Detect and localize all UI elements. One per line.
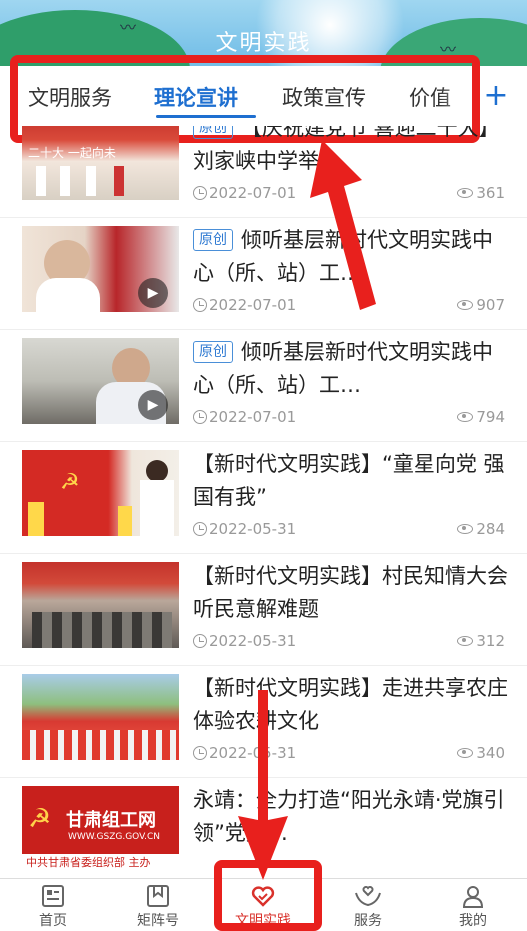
view-count: 340 [457, 744, 505, 762]
eye-icon [457, 748, 474, 758]
clock-icon [193, 410, 207, 424]
article-title[interactable]: 原创 倾听基层新时代文明实践中心（所、站）工… [193, 224, 508, 290]
tab-wenming-fuwu[interactable]: 文明服务 [28, 82, 112, 112]
category-tabs: 文明服务 理论宣讲 政策宣传 价值 + [0, 66, 527, 126]
list-item[interactable]: 【新时代文明实践】村民知情大会听民意解难题 2022-05-31 312 [0, 554, 527, 666]
publish-date: 2022-05-31 [193, 520, 296, 538]
nav-item-service[interactable]: 服务 [323, 883, 413, 930]
heart-icon [251, 886, 275, 907]
thumb-logo-text: 甘肃组工网 [66, 810, 156, 831]
list-item[interactable]: ☭ 甘肃组工网 WWW.GSZG.GOV.CN 中共甘肃省委组织部 主办 永靖：… [0, 778, 527, 878]
list-item[interactable]: ▶ 原创 倾听基层新时代文明实践中心（所、站）工… 2022-07-01 907 [0, 218, 527, 330]
play-icon[interactable]: ▶ [138, 390, 168, 420]
view-count: 361 [457, 184, 505, 202]
user-icon [462, 886, 484, 908]
nav-label: 文明实践 [235, 913, 291, 929]
list-item[interactable]: 二十大 一起向未 原创 【庆祝建党节 喜迎二十大】刘家峡中学举… 2022-07-… [0, 126, 527, 218]
bottom-navigation: 首页 矩阵号 文明实践 服务 我的 [0, 878, 527, 931]
view-count: 284 [457, 520, 505, 538]
publish-date: 2022-07-01 [193, 296, 296, 314]
clock-icon [193, 522, 207, 536]
view-count: 794 [457, 408, 505, 426]
party-emblem-icon: ☭ [60, 470, 80, 495]
play-icon[interactable]: ▶ [138, 278, 168, 308]
active-tab-indicator [156, 115, 256, 118]
eye-icon [457, 636, 474, 646]
list-item[interactable]: ☭ 【新时代文明实践】“童星向党 强国有我” 2022-05-31 284 [0, 442, 527, 554]
clock-icon [193, 634, 207, 648]
nav-label: 服务 [354, 913, 382, 929]
tabs-fade [440, 66, 480, 126]
article-title-text: 倾听基层新时代文明实践中心（所、站）工… [193, 340, 493, 397]
nav-label: 首页 [39, 913, 67, 929]
thumbnail-image: ▶ [22, 226, 179, 312]
publish-date: 2022-07-01 [193, 184, 296, 202]
view-count: 907 [457, 296, 505, 314]
hands-heart-icon [355, 886, 381, 907]
article-title-text: 【新时代文明实践】村民知情大会听民意解难题 [193, 564, 508, 621]
nav-item-mine[interactable]: 我的 [428, 883, 518, 930]
view-count: 312 [457, 632, 505, 650]
thumbnail-image: ☭ [22, 450, 179, 536]
tab-zhengce-xuanchuan[interactable]: 政策宣传 [282, 82, 366, 112]
article-title-text: 倾听基层新时代文明实践中心（所、站）工… [193, 228, 493, 285]
article-title[interactable]: 原创 倾听基层新时代文明实践中心（所、站）工… [193, 336, 508, 402]
news-icon [42, 885, 64, 907]
eye-icon [457, 188, 474, 198]
article-title-text: 【新时代文明实践】走进共享农庄 体验农耕文化 [193, 676, 508, 733]
clock-icon [193, 186, 207, 200]
thumbnail-image: ▶ [22, 338, 179, 424]
thumbnail-image [22, 562, 179, 648]
eye-icon [457, 300, 474, 310]
page-title: 文明实践 [215, 31, 312, 56]
clock-icon [193, 298, 207, 312]
nav-item-home[interactable]: 首页 [8, 883, 98, 930]
nav-label: 矩阵号 [137, 913, 179, 929]
article-title[interactable]: 【新时代文明实践】“童星向党 强国有我” [193, 448, 508, 514]
article-title[interactable]: 原创 【庆祝建党节 喜迎二十大】刘家峡中学举… [193, 126, 508, 178]
original-badge: 原创 [193, 126, 233, 139]
clock-icon [193, 746, 207, 760]
article-title-text: 永靖：全力打造“阳光永靖·党旗引领”党建… [193, 788, 505, 845]
publish-date: 2022-07-01 [193, 408, 296, 426]
thumbnail-image [22, 674, 179, 760]
thumbnail-image: ☭ 甘肃组工网 WWW.GSZG.GOV.CN 中共甘肃省委组织部 主办 [22, 786, 179, 872]
publish-date: 2022-05-31 [193, 744, 296, 762]
publish-date: 2022-05-31 [193, 632, 296, 650]
nav-item-civilization[interactable]: 文明实践 [218, 883, 308, 930]
eye-icon [457, 412, 474, 422]
thumbnail-image: 二十大 一起向未 [22, 126, 179, 200]
original-badge: 原创 [193, 341, 233, 363]
thumb-org-text: 中共甘肃省委组织部 主办 [22, 854, 179, 872]
bookmark-icon [147, 885, 169, 907]
article-title-text: 【新时代文明实践】“童星向党 强国有我” [193, 452, 505, 509]
article-title-text: 【庆祝建党节 喜迎二十大】刘家峡中学举… [193, 126, 500, 173]
thumb-url-text: WWW.GSZG.GOV.CN [68, 832, 160, 842]
nav-label: 我的 [459, 913, 487, 929]
tab-lilun-xuanjiang[interactable]: 理论宣讲 [154, 82, 238, 112]
plus-icon[interactable]: + [476, 74, 516, 118]
article-title[interactable]: 【新时代文明实践】村民知情大会听民意解难题 [193, 560, 508, 626]
list-item[interactable]: ▶ 原创 倾听基层新时代文明实践中心（所、站）工… 2022-07-01 794 [0, 330, 527, 442]
eye-icon [457, 524, 474, 534]
article-title[interactable]: 永靖：全力打造“阳光永靖·党旗引领”党建… [193, 784, 508, 850]
article-title[interactable]: 【新时代文明实践】走进共享农庄 体验农耕文化 [193, 672, 508, 738]
original-badge: 原创 [193, 229, 233, 251]
nav-item-matrix[interactable]: 矩阵号 [113, 883, 203, 930]
list-item[interactable]: 【新时代文明实践】走进共享农庄 体验农耕文化 2022-05-31 340 [0, 666, 527, 778]
party-emblem-icon: ☭ [28, 804, 52, 834]
thumb-banner-text: 二十大 一起向未 [28, 146, 116, 160]
news-feed[interactable]: 二十大 一起向未 原创 【庆祝建党节 喜迎二十大】刘家峡中学举… 2022-07-… [0, 126, 527, 878]
